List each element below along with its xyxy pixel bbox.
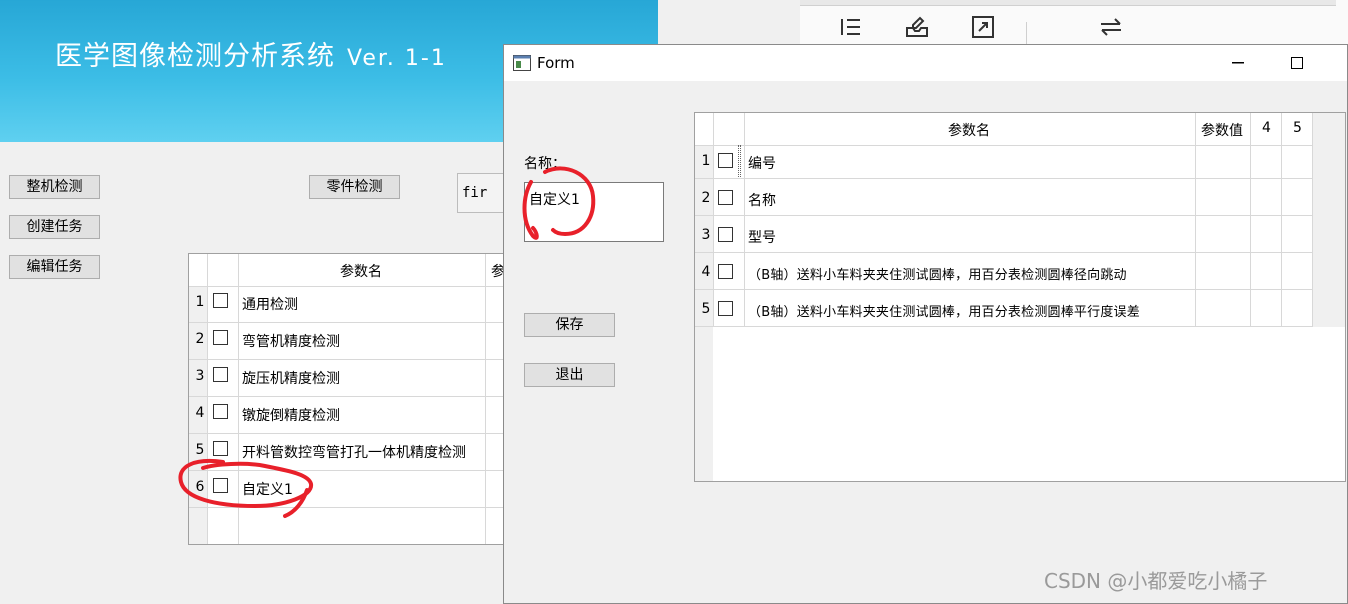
row-name: 名称 <box>748 193 776 209</box>
table-row[interactable]: 6 自定义1 <box>189 471 519 508</box>
list-icon[interactable] <box>838 14 864 40</box>
swap-icon[interactable] <box>1098 14 1124 40</box>
row-number: 1 <box>701 153 711 169</box>
task-table: 参数名 参 1 通用检测 2 弯管机精度检测 3 旋压机精度检测 4 镦旋倒精度… <box>188 253 520 545</box>
minimize-icon[interactable] <box>1232 62 1244 64</box>
maximize-icon[interactable] <box>1291 57 1303 69</box>
expand-icon[interactable] <box>970 14 996 40</box>
form-window: Form 名称： 自定义1 保存 退出 参数名 参数值 4 5 1 编号 2 名… <box>503 44 1348 604</box>
toolbar-separator <box>1026 22 1027 44</box>
edit-box-icon[interactable] <box>904 14 930 40</box>
row-number: 3 <box>701 227 711 243</box>
row-checkbox[interactable] <box>718 264 733 279</box>
row-name: 镦旋倒精度检测 <box>242 408 340 424</box>
row-number: 5 <box>195 442 205 458</box>
table-row[interactable]: 1 通用检测 <box>189 286 519 323</box>
row-name: 型号 <box>748 230 776 246</box>
table-row[interactable]: 3 型号 <box>695 216 1312 253</box>
column-header-5: 5 <box>1293 120 1302 136</box>
table-row[interactable]: 3 旋压机精度检测 <box>189 360 519 397</box>
row-number: 6 <box>195 479 205 495</box>
row-checkbox[interactable] <box>718 190 733 205</box>
row-number: 3 <box>195 368 205 384</box>
table-row[interactable]: 4 镦旋倒精度检测 <box>189 397 519 434</box>
table-row[interactable]: 1 编号 <box>695 142 1312 179</box>
form-window-title: Form <box>537 54 575 72</box>
column-header-4: 4 <box>1262 120 1271 136</box>
background-toolbar <box>800 0 1348 47</box>
row-number: 1 <box>195 294 205 310</box>
row-number: 4 <box>701 264 711 280</box>
row-name: 编号 <box>748 156 776 172</box>
table-gutter <box>1312 113 1345 327</box>
row-number: 5 <box>701 301 711 317</box>
row-checkbox[interactable] <box>213 441 228 456</box>
row-number: 2 <box>701 190 711 206</box>
column-header-param-name: 参数名 <box>340 264 382 280</box>
row-checkbox[interactable] <box>718 153 733 168</box>
save-button[interactable]: 保存 <box>524 313 615 337</box>
name-input[interactable]: 自定义1 <box>524 182 664 242</box>
name-input-value: 自定义1 <box>529 192 580 208</box>
table-row[interactable]: 4 （B轴）送料小车料夹夹住测试圆棒，用百分表检测圆棒径向跳动 <box>695 253 1312 290</box>
form-titlebar[interactable]: Form <box>504 45 1347 81</box>
column-header-param-name: 参数名 <box>948 123 990 139</box>
table-empty-area <box>713 327 1345 481</box>
app-title-text: 医学图像检测分析系统 <box>55 41 335 72</box>
param-table: 参数名 参数值 4 5 1 编号 2 名称 3 型号 4 （B轴）送料小车料夹夹… <box>694 112 1346 482</box>
row-number: 4 <box>195 405 205 421</box>
row-name: （B轴）送料小车料夹夹住测试圆棒，用百分表检测圆棒平行度误差 <box>748 305 1140 320</box>
watermark: CSDN @小都爱吃小橘子 <box>1044 569 1268 593</box>
row-checkbox[interactable] <box>213 330 228 345</box>
row-checkbox[interactable] <box>213 404 228 419</box>
column-divider <box>1312 113 1313 327</box>
row-checkbox[interactable] <box>213 367 228 382</box>
create-task-button[interactable]: 创建任务 <box>9 215 100 239</box>
row-checkbox[interactable] <box>213 293 228 308</box>
row-name: 旋压机精度检测 <box>242 371 340 387</box>
task-name-input-value: fir <box>462 185 488 201</box>
edit-task-button[interactable]: 编辑任务 <box>9 255 100 279</box>
toolbar-top-strip <box>800 0 1336 6</box>
row-checkbox[interactable] <box>718 227 733 242</box>
inspect-parts-button[interactable]: 零件检测 <box>309 175 400 199</box>
row-checkbox[interactable] <box>213 478 228 493</box>
table-row[interactable]: 5 开料管数控弯管打孔一体机精度检测 <box>189 434 519 471</box>
row-name: 开料管数控弯管打孔一体机精度检测 <box>242 445 466 461</box>
row-name: （B轴）送料小车料夹夹住测试圆棒，用百分表检测圆棒径向跳动 <box>748 268 1127 283</box>
app-version: Ver. 1-1 <box>347 46 447 71</box>
row-checkbox[interactable] <box>718 301 733 316</box>
table-row[interactable]: 2 弯管机精度检测 <box>189 323 519 360</box>
app-title: 医学图像检测分析系统 Ver. 1-1 <box>55 34 447 73</box>
row-name: 弯管机精度检测 <box>242 334 340 350</box>
table-row[interactable]: 5 （B轴）送料小车料夹夹住测试圆棒，用百分表检测圆棒平行度误差 <box>695 290 1312 327</box>
window-app-icon <box>513 55 531 71</box>
row-number: 2 <box>195 331 205 347</box>
row-name: 通用检测 <box>242 297 298 313</box>
inspect-machine-button[interactable]: 整机检测 <box>9 175 100 199</box>
exit-button[interactable]: 退出 <box>524 363 615 387</box>
table-row[interactable]: 2 名称 <box>695 179 1312 216</box>
row-name: 自定义1 <box>242 482 293 498</box>
task-name-input[interactable]: fir <box>457 173 507 213</box>
column-header-param-value: 参数值 <box>1201 123 1243 139</box>
name-label: 名称： <box>524 156 566 172</box>
